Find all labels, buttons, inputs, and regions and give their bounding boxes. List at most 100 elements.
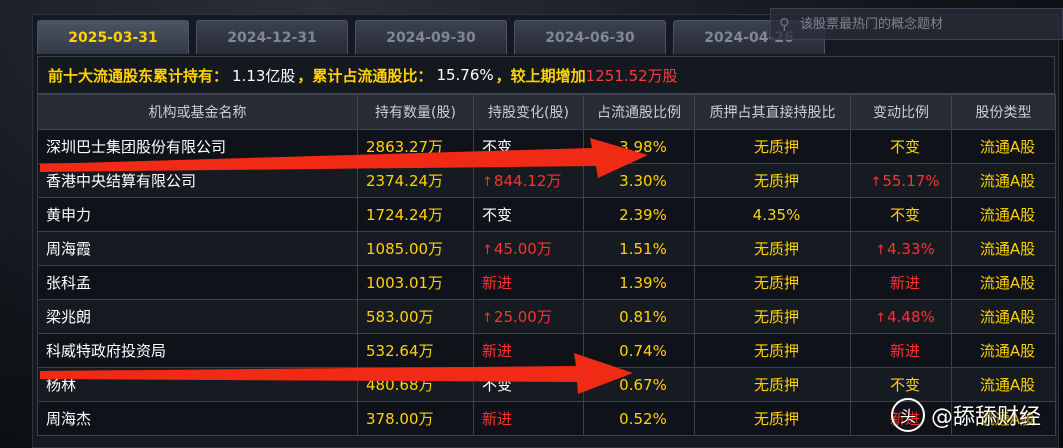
pledge-ratio-text: 无质押 — [753, 308, 799, 326]
float-pct-text: 0.67% — [619, 375, 667, 394]
holding-qty: 1724.24万 — [357, 197, 474, 232]
holding-change-text: 不变 — [482, 138, 513, 156]
table-row[interactable]: 张科孟 1003.01万 新进 1.39% 无质押 新进 流通A股 — [37, 265, 1056, 300]
holding-change-text: 25.00万 — [493, 308, 552, 326]
holding-change: 新进 — [473, 265, 584, 300]
summary-total-shares: 1.13亿股 — [232, 66, 296, 85]
pledge-ratio-text: 无质押 — [753, 172, 799, 190]
pledge-ratio-text: 无质押 — [753, 274, 799, 292]
col-header-qty: 持有数量(股) — [357, 94, 474, 130]
float-pct: 0.74% — [583, 333, 695, 368]
change-ratio-text: 新进 — [889, 342, 920, 360]
holding-change-text: 新进 — [482, 410, 513, 428]
holder-name: 科威特政府投资局 — [37, 333, 358, 368]
holding-qty-text: 2863.27万 — [366, 138, 444, 156]
holding-qty-text: 583.00万 — [366, 308, 434, 326]
change-ratio: ↑4.48% — [850, 299, 952, 334]
up-arrow-icon: ↑ — [875, 310, 887, 326]
col-header-pledge: 质押占其直接持股比 — [694, 94, 851, 130]
share-type-text: 流通A股 — [979, 138, 1036, 156]
float-pct-text: 3.30% — [619, 171, 667, 190]
share-type-text: 流通A股 — [979, 376, 1036, 394]
holding-qty-text: 2374.24万 — [366, 172, 444, 190]
pledge-ratio: 无质押 — [694, 163, 851, 198]
change-ratio: 新进 — [850, 265, 952, 300]
up-arrow-icon: ↑ — [875, 242, 887, 258]
pledge-ratio-text: 4.35% — [752, 205, 801, 224]
holder-name-text: 黄申力 — [46, 206, 92, 224]
table-row[interactable]: 深圳巴士集团股份有限公司 2863.27万 不变 3.98% 无质押 不变 流通A股 — [37, 129, 1056, 164]
pledge-ratio-text: 无质押 — [753, 410, 799, 428]
holder-name: 香港中央结算有限公司 — [37, 163, 358, 198]
tab-2025-03-31[interactable]: 2025-03-31 — [37, 20, 189, 54]
table-row[interactable]: 黄申力 1724.24万 不变 2.39% 4.35% 不变 流通A股 — [37, 197, 1056, 232]
change-ratio: ↑4.33% — [850, 231, 952, 266]
search-input[interactable] — [798, 15, 1042, 33]
share-type: 流通A股 — [951, 299, 1056, 334]
holding-change: 不变 — [473, 367, 584, 402]
tab-2024-06-30[interactable]: 2024-06-30 — [514, 20, 666, 54]
float-pct: 1.39% — [583, 265, 695, 300]
share-type: 流通A股 — [951, 367, 1056, 402]
change-ratio: 不变 — [850, 129, 952, 164]
holding-qty: 2374.24万 — [357, 163, 474, 198]
concept-search-box: ⚲ — [770, 8, 1063, 40]
holder-name-text: 香港中央结算有限公司 — [46, 172, 197, 190]
holder-name: 张科孟 — [37, 265, 358, 300]
holding-change-text: 新进 — [482, 342, 513, 360]
change-ratio-text: 55.17% — [882, 171, 940, 190]
pledge-ratio-text: 无质押 — [753, 342, 799, 360]
tab-2024-09-30[interactable]: 2024-09-30 — [355, 20, 507, 54]
pledge-ratio: 无质押 — [694, 231, 851, 266]
holder-name: 周海霞 — [37, 231, 358, 266]
holder-name: 杨林 — [37, 367, 358, 402]
table-row[interactable]: 香港中央结算有限公司 2374.24万 ↑844.12万 3.30% 无质押 ↑55.17… — [37, 163, 1056, 198]
share-type: 流通A股 — [951, 129, 1056, 164]
holding-qty-text: 1724.24万 — [366, 206, 444, 224]
watermark: 头 @舔舔财经 — [890, 398, 1041, 432]
pledge-ratio-text: 无质押 — [753, 138, 799, 156]
share-type-text: 流通A股 — [979, 308, 1036, 326]
tab-2024-12-31[interactable]: 2024-12-31 — [196, 20, 348, 54]
holder-name: 深圳巴士集团股份有限公司 — [37, 129, 358, 164]
holding-qty-text: 378.00万 — [366, 410, 434, 428]
change-ratio: 新进 — [850, 333, 952, 368]
holding-qty-text: 532.64万 — [366, 342, 434, 360]
holding-qty: 480.68万 — [357, 367, 474, 402]
holding-change: ↑25.00万 — [473, 299, 584, 334]
pledge-ratio: 无质押 — [694, 299, 851, 334]
pledge-ratio: 无质押 — [694, 333, 851, 368]
pledge-ratio-text: 无质押 — [753, 376, 799, 394]
float-pct: 1.51% — [583, 231, 695, 266]
search-icon[interactable]: ⚲ — [779, 15, 790, 33]
summary-increase: 1251.52万股 — [585, 66, 678, 85]
float-pct: 3.98% — [583, 129, 695, 164]
col-header-change-ratio: 变动比例 — [850, 94, 952, 130]
holding-change: 不变 — [473, 197, 584, 232]
holder-name-text: 张科孟 — [46, 274, 92, 292]
holding-qty: 1085.00万 — [357, 231, 474, 266]
up-arrow-icon: ↑ — [482, 243, 493, 258]
top-holders-table: 机构或基金名称 持有数量(股) 持股变化(股) 占流通股比例 质押占其直接持股比… — [37, 94, 1056, 436]
holder-name-text: 周海杰 — [46, 410, 92, 428]
table-header-row: 机构或基金名称 持有数量(股) 持股变化(股) 占流通股比例 质押占其直接持股比… — [37, 94, 1056, 130]
change-ratio: 不变 — [850, 367, 952, 402]
holding-qty: 2863.27万 — [357, 129, 474, 164]
float-pct: 2.39% — [583, 197, 695, 232]
share-type-text: 流通A股 — [979, 342, 1036, 360]
summary-label-change: ，较上期增加 — [495, 66, 586, 85]
holding-qty: 583.00万 — [357, 299, 474, 334]
holding-change: ↑45.00万 — [473, 231, 584, 266]
pledge-ratio: 4.35% — [694, 197, 851, 232]
pledge-ratio: 无质押 — [694, 265, 851, 300]
change-ratio: ↑55.17% — [850, 163, 952, 198]
change-ratio-text: 不变 — [889, 138, 920, 156]
table-row[interactable]: 梁兆朗 583.00万 ↑25.00万 0.81% 无质押 ↑4.48% 流通A股 — [37, 299, 1056, 334]
table-row[interactable]: 科威特政府投资局 532.64万 新进 0.74% 无质押 新进 流通A股 — [37, 333, 1056, 368]
table-row[interactable]: 周海霞 1085.00万 ↑45.00万 1.51% 无质押 ↑4.33% 流通A股 — [37, 231, 1056, 266]
table-row[interactable]: 杨林 480.68万 不变 0.67% 无质押 不变 流通A股 — [37, 367, 1056, 402]
holder-name-text: 周海霞 — [46, 240, 92, 258]
change-ratio-text: 4.33% — [887, 239, 935, 258]
holding-change: ↑844.12万 — [473, 163, 584, 198]
float-pct-text: 0.74% — [619, 341, 667, 360]
